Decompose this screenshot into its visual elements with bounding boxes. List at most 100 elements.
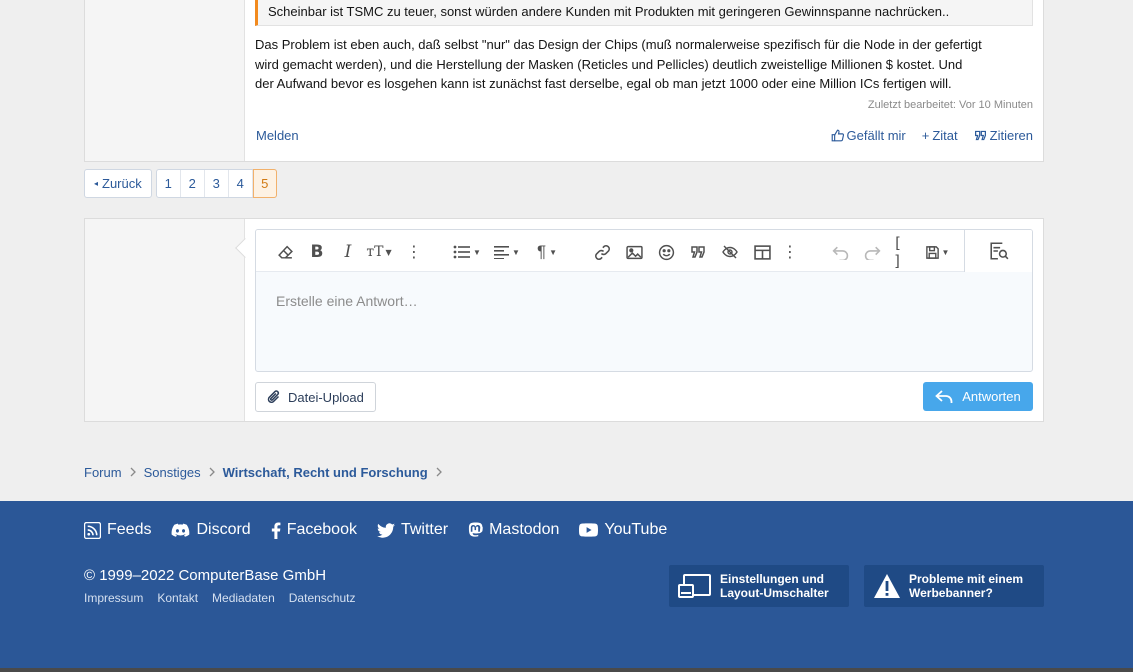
eraser-icon[interactable] — [274, 242, 296, 262]
social-label: YouTube — [604, 521, 668, 538]
reply-user-column — [85, 219, 245, 421]
redo-icon[interactable] — [861, 242, 883, 262]
ad-label-line: Probleme mit einem — [909, 572, 1024, 586]
pagination-back-button[interactable]: ◂ Zurück — [84, 169, 152, 198]
ad-problem-button[interactable]: Probleme mit einem Werbebanner? — [864, 565, 1044, 607]
forum-post: Scheinbar ist TSMC zu teuer, sonst würde… — [84, 0, 1044, 162]
settings-label-line: Einstellungen und — [720, 572, 824, 586]
file-upload-label: Datei-Upload — [288, 389, 364, 405]
paragraph-icon[interactable]: ¶ ▼ — [532, 242, 562, 262]
quote-block: Scheinbar ist TSMC zu teuer, sonst würde… — [255, 0, 1033, 26]
spoiler-icon[interactable] — [719, 242, 741, 262]
post-user-column — [85, 0, 245, 161]
discord-icon — [172, 523, 190, 537]
social-label: Discord — [196, 521, 251, 538]
copyright: © 1999–2022 ComputerBase GmbH — [84, 567, 327, 584]
undo-icon[interactable] — [829, 242, 851, 262]
page-link-3[interactable]: 3 — [205, 170, 229, 197]
settings-label-line: Layout-Umschalter — [720, 586, 829, 600]
editor-toolbar: B I тT ▼ ⋮ ▼ ▼ ¶ ▼ ⋮ [] ▼ — [256, 230, 1032, 272]
breadcrumb-item[interactable]: Sonstiges — [144, 465, 201, 480]
preview-icon[interactable] — [964, 230, 1032, 272]
post-body-line: der Aufwand bevor es losgehen kann ist z… — [255, 76, 952, 91]
social-facebook[interactable]: Facebook — [271, 521, 357, 539]
social-discord[interactable]: Discord — [171, 521, 251, 539]
social-feeds[interactable]: Feeds — [84, 521, 151, 539]
post-body-line: wird gemacht werden), und die Herstellun… — [255, 56, 963, 72]
list-icon[interactable]: ▼ — [452, 242, 482, 262]
social-label: Feeds — [107, 521, 152, 538]
paperclip-icon — [267, 390, 280, 404]
page-link-2[interactable]: 2 — [181, 170, 205, 197]
like-button[interactable]: Gefällt mir — [831, 128, 906, 143]
layout-switcher-icon — [678, 574, 711, 598]
last-edited-note: Zuletzt bearbeitet: Vor 10 Minuten — [867, 99, 1033, 111]
post-actions: Melden Gefällt mir + Zitat Zitieren — [255, 128, 1033, 148]
pagination-pages: 1 2 3 4 5 — [155, 169, 277, 198]
warning-icon — [874, 574, 900, 598]
rss-icon — [84, 521, 101, 539]
breadcrumb-item[interactable]: Wirtschaft, Recht und Forschung — [223, 465, 428, 480]
settings-layout-button[interactable]: Einstellungen und Layout-Umschalter — [669, 565, 849, 607]
social-youtube[interactable]: YouTube — [579, 521, 667, 539]
thumbs-up-icon — [831, 129, 844, 142]
image-icon[interactable] — [623, 242, 645, 262]
quick-reply: B I тT ▼ ⋮ ▼ ▼ ¶ ▼ ⋮ [] ▼ Erstelle eine… — [84, 218, 1044, 422]
more-vertical-icon[interactable]: ⋮ — [406, 242, 422, 262]
table-icon[interactable] — [751, 242, 773, 262]
bbcode-icon[interactable]: [ ] — [893, 234, 915, 270]
social-twitter[interactable]: Twitter — [376, 521, 449, 539]
chevron-left-icon: ◂ — [94, 179, 99, 188]
post-body-line: Das Problem ist eben auch, daß selbst "n… — [255, 37, 982, 52]
quote-reply-label: Zitieren — [989, 128, 1033, 143]
bold-icon[interactable]: B — [306, 242, 328, 262]
chevron-right-icon — [436, 467, 442, 477]
legal-link[interactable]: Mediadaten — [212, 591, 275, 605]
more-vertical-icon[interactable]: ⋮ — [782, 242, 798, 262]
social-links: Feeds Discord Facebook Twitter Mastodon … — [84, 521, 667, 539]
submit-reply-label: Antworten — [962, 389, 1021, 404]
plus-icon: + — [921, 128, 930, 143]
plus-quote-button[interactable]: + Zitat — [922, 128, 958, 143]
submit-reply-button[interactable]: Antworten — [923, 382, 1033, 411]
italic-icon[interactable]: I — [338, 242, 358, 262]
footer-bottom-strip — [0, 668, 1133, 672]
social-label: Twitter — [400, 521, 449, 538]
reply-icon — [935, 390, 953, 403]
legal-link[interactable]: Kontakt — [157, 591, 198, 605]
chevron-right-icon — [209, 467, 215, 477]
page-link-1[interactable]: 1 — [157, 170, 181, 197]
ad-label-line: Werbebanner? — [909, 586, 993, 600]
legal-link[interactable]: Datenschutz — [289, 591, 356, 605]
reply-placeholder[interactable]: Erstelle eine Antwort… — [276, 293, 418, 309]
social-mastodon[interactable]: Mastodon — [468, 521, 559, 539]
youtube-icon — [579, 523, 599, 537]
report-link[interactable]: Melden — [256, 128, 299, 143]
site-footer: Feeds Discord Facebook Twitter Mastodon … — [0, 501, 1133, 668]
file-upload-button[interactable]: Datei-Upload — [255, 382, 376, 412]
legal-link[interactable]: Impressum — [84, 591, 143, 605]
social-label: Facebook — [286, 521, 357, 538]
quote-icon — [974, 130, 986, 141]
link-icon[interactable] — [591, 242, 613, 262]
quote-reply-button[interactable]: Zitieren — [974, 128, 1033, 143]
align-icon[interactable]: ▼ — [492, 242, 522, 262]
plus-quote-label: Zitat — [932, 128, 958, 143]
font-size-icon[interactable]: тT ▼ — [362, 242, 396, 262]
breadcrumb-item[interactable]: Forum — [84, 465, 122, 480]
facebook-icon — [271, 521, 281, 539]
breadcrumb: Forum Sonstiges Wirtschaft, Recht und Fo… — [84, 464, 450, 480]
quote-icon[interactable] — [687, 242, 709, 262]
post-body: Das Problem ist eben auch, daß selbst "n… — [255, 35, 1035, 94]
like-label: Gefällt mir — [846, 128, 906, 143]
page-current-5[interactable]: 5 — [252, 169, 277, 198]
page-link-4[interactable]: 4 — [229, 170, 253, 197]
smilie-icon[interactable] — [655, 242, 677, 262]
legal-links: Impressum Kontakt Mediadaten Datenschutz — [84, 591, 355, 605]
twitter-icon — [376, 522, 395, 538]
pagination: ◂ Zurück 1 2 3 4 5 — [84, 169, 277, 198]
drafts-icon[interactable]: ▼ — [922, 242, 952, 262]
chevron-right-icon — [130, 467, 136, 477]
social-label: Mastodon — [489, 521, 560, 538]
reply-editor[interactable]: B I тT ▼ ⋮ ▼ ▼ ¶ ▼ ⋮ [] ▼ Erstelle eine… — [255, 229, 1033, 372]
